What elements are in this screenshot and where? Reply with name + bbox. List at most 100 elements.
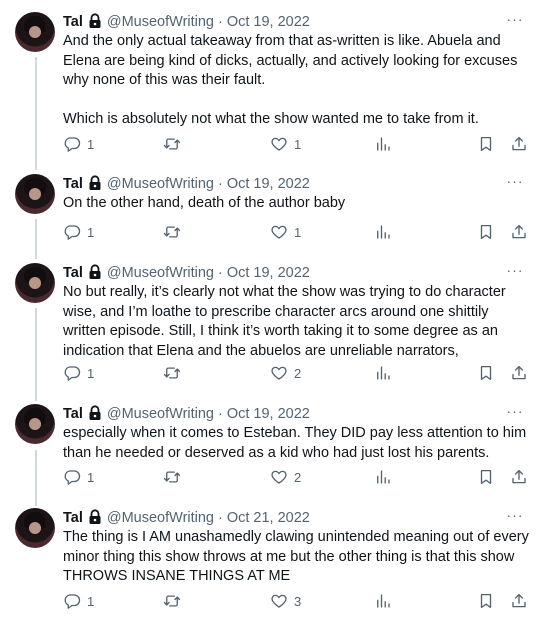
share-icon — [512, 469, 526, 484]
tweet-header: Tal @MuseofWriting · Oct 19, 2022 — [63, 174, 310, 194]
retweet-button[interactable] — [163, 135, 187, 153]
avatar[interactable] — [15, 404, 55, 444]
reply-icon — [64, 225, 81, 240]
more-options-button[interactable]: ··· — [505, 508, 525, 528]
tweet[interactable]: Tal @MuseofWriting · Oct 21, 2022 ··· Th… — [0, 508, 540, 618]
tweet[interactable]: Tal @MuseofWriting · Oct 19, 2022 ··· es… — [0, 404, 540, 494]
like-button[interactable]: 2 — [270, 468, 301, 486]
user-handle[interactable]: @MuseofWriting — [107, 265, 214, 281]
separator: · — [218, 265, 223, 281]
tweet-date[interactable]: Oct 21, 2022 — [227, 510, 310, 526]
tweet-actions: 1 1 — [63, 135, 533, 155]
share-button[interactable] — [510, 135, 528, 153]
reply-icon — [64, 366, 81, 381]
like-count: 2 — [294, 365, 302, 381]
separator: · — [218, 176, 223, 192]
reply-icon — [64, 594, 81, 609]
avatar[interactable] — [15, 508, 55, 548]
bookmark-button[interactable] — [477, 364, 495, 382]
reply-icon — [64, 137, 81, 152]
retweet-button[interactable] — [163, 223, 187, 241]
retweet-button[interactable] — [163, 592, 187, 610]
like-button[interactable]: 1 — [270, 135, 301, 153]
retweet-icon — [163, 226, 181, 238]
reply-button[interactable]: 1 — [63, 468, 94, 486]
tweet-paragraph: On the other hand, death of the author b… — [63, 195, 346, 211]
views-button[interactable] — [374, 364, 392, 382]
lock-icon — [89, 405, 101, 420]
views-button[interactable] — [374, 135, 392, 153]
tweet[interactable]: Tal @MuseofWriting · Oct 19, 2022 ··· On… — [0, 174, 540, 246]
bookmark-icon — [480, 224, 492, 240]
reply-icon — [64, 470, 81, 485]
reply-button[interactable]: 1 — [63, 364, 94, 382]
user-handle[interactable]: @MuseofWriting — [107, 510, 214, 526]
display-name[interactable]: Tal — [63, 510, 83, 526]
tweet-actions: 1 1 — [63, 223, 533, 243]
tweet-text: The thing is I AM unashamedly clawing un… — [63, 528, 533, 587]
user-handle[interactable]: @MuseofWriting — [107, 176, 214, 192]
reply-count: 1 — [87, 136, 95, 152]
share-button[interactable] — [510, 592, 528, 610]
like-button[interactable]: 1 — [270, 223, 301, 241]
bookmark-button[interactable] — [477, 223, 495, 241]
tweet-thread: Tal @MuseofWriting · Oct 19, 2022 ··· An… — [0, 0, 540, 628]
user-handle[interactable]: @MuseofWriting — [107, 406, 214, 422]
avatar[interactable] — [15, 174, 55, 214]
tweet[interactable]: Tal @MuseofWriting · Oct 19, 2022 ··· No… — [0, 263, 540, 393]
heart-icon — [271, 594, 287, 608]
share-button[interactable] — [510, 223, 528, 241]
more-options-button[interactable]: ··· — [505, 263, 525, 283]
separator: · — [218, 510, 223, 526]
bookmark-icon — [480, 365, 492, 381]
tweet-text: On the other hand, death of the author b… — [63, 194, 533, 214]
retweet-button[interactable] — [163, 364, 187, 382]
lock-icon — [89, 175, 101, 190]
tweet-header: Tal @MuseofWriting · Oct 19, 2022 — [63, 12, 310, 32]
more-options-button[interactable]: ··· — [505, 12, 525, 32]
tweet[interactable]: Tal @MuseofWriting · Oct 19, 2022 ··· An… — [0, 12, 540, 162]
more-options-button[interactable]: ··· — [505, 404, 525, 424]
retweet-button[interactable] — [163, 468, 187, 486]
heart-icon — [271, 366, 287, 380]
avatar[interactable] — [15, 12, 55, 52]
user-handle[interactable]: @MuseofWriting — [107, 14, 214, 30]
bookmark-button[interactable] — [477, 592, 495, 610]
views-icon — [377, 225, 390, 239]
like-count: 1 — [294, 136, 302, 152]
reply-button[interactable]: 1 — [63, 223, 94, 241]
share-button[interactable] — [510, 468, 528, 486]
like-button[interactable]: 3 — [270, 592, 301, 610]
tweet-date[interactable]: Oct 19, 2022 — [227, 176, 310, 192]
views-icon — [377, 137, 390, 151]
reply-count: 1 — [87, 593, 95, 609]
like-count: 1 — [294, 224, 302, 240]
tweet-date[interactable]: Oct 19, 2022 — [227, 14, 310, 30]
tweet-date[interactable]: Oct 19, 2022 — [227, 406, 310, 422]
tweet-date[interactable]: Oct 19, 2022 — [227, 265, 310, 281]
tweet-actions: 1 3 — [63, 592, 533, 612]
display-name[interactable]: Tal — [63, 14, 83, 30]
display-name[interactable]: Tal — [63, 265, 83, 281]
views-button[interactable] — [374, 468, 392, 486]
bookmark-icon — [480, 593, 492, 609]
reply-button[interactable]: 1 — [63, 135, 94, 153]
tweet-actions: 1 2 — [63, 468, 533, 488]
display-name[interactable]: Tal — [63, 176, 83, 192]
reply-button[interactable]: 1 — [63, 592, 94, 610]
tweet-text: And the only actual takeaway from that a… — [63, 32, 533, 130]
lock-icon — [89, 13, 101, 28]
bookmark-button[interactable] — [477, 135, 495, 153]
views-icon — [377, 366, 390, 380]
bookmark-button[interactable] — [477, 468, 495, 486]
views-button[interactable] — [374, 592, 392, 610]
views-button[interactable] — [374, 223, 392, 241]
display-name[interactable]: Tal — [63, 406, 83, 422]
avatar[interactable] — [15, 263, 55, 303]
more-options-button[interactable]: ··· — [505, 174, 525, 194]
like-button[interactable]: 2 — [270, 364, 301, 382]
like-count: 2 — [294, 469, 302, 485]
reply-count: 1 — [87, 365, 95, 381]
share-button[interactable] — [510, 364, 528, 382]
retweet-icon — [163, 367, 181, 379]
